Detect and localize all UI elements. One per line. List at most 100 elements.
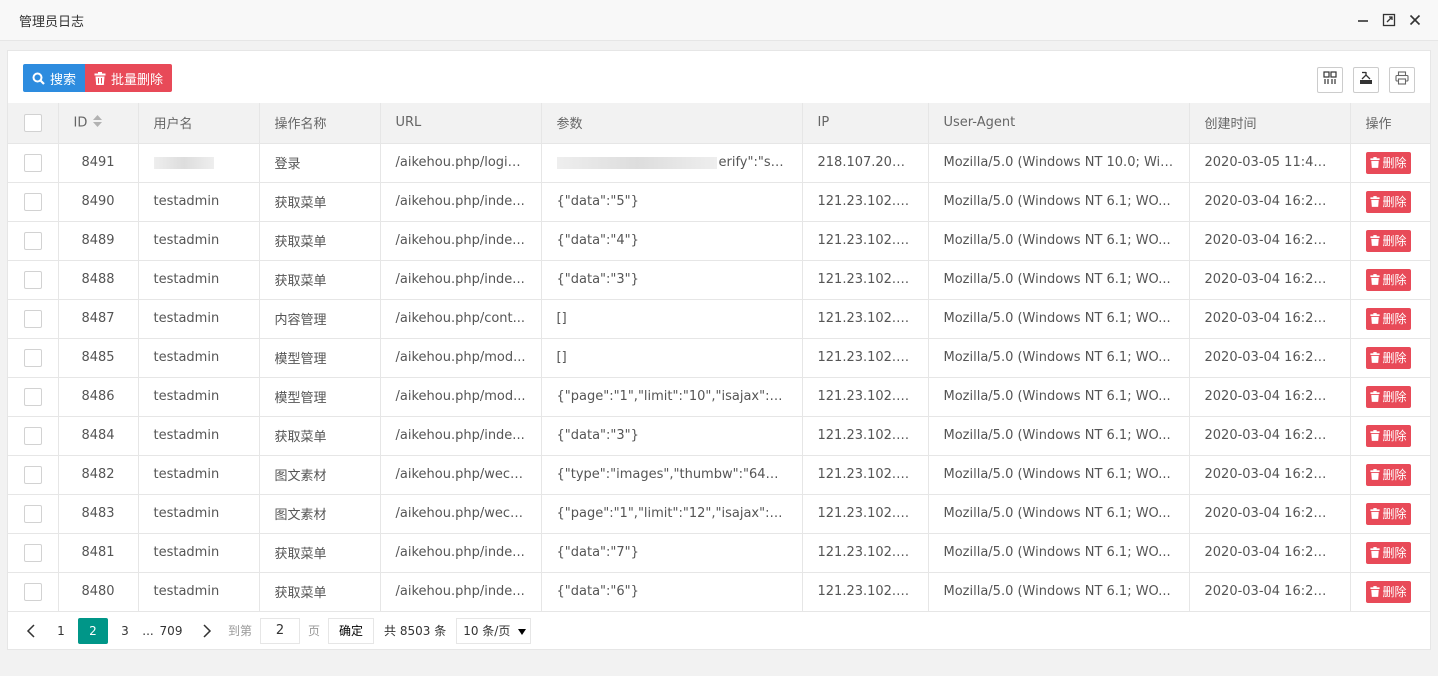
row-delete-button[interactable]: 删除 [1365,502,1411,525]
table-row[interactable]: 8487 testadmin 内容管理/aikehou.php/cont...[] 1… [8,299,1430,339]
cell-created-time: 2020-03-04 16:25:05 [1189,572,1351,612]
cell-username: testadmin [138,494,260,534]
search-button[interactable]: 搜索 [23,64,86,92]
page-3[interactable]: 3 [112,618,138,644]
export-button[interactable] [1353,67,1379,93]
row-checkbox[interactable] [23,426,42,445]
row-checkbox[interactable] [23,192,42,211]
cell-user-agent: Mozilla/5.0 (Windows NT 6.1; WO... [928,455,1190,495]
row-delete-button[interactable]: 删除 [1365,580,1411,603]
cell-id: 8491 [58,143,139,183]
row-checkbox[interactable] [23,387,42,406]
table-row[interactable]: 8486 testadmin 模型管理/aikehou.php/mod... {"pa… [8,377,1430,417]
close-icon[interactable] [1407,12,1423,28]
row-delete-button[interactable]: 删除 [1365,346,1411,369]
redacted-username [153,156,214,169]
cell-ip: 121.23.102.160 [802,455,929,495]
row-delete-button[interactable]: 删除 [1365,463,1411,486]
cell-url: /aikehou.php/inde... [380,260,542,300]
row-delete-label: 删除 [1382,273,1407,287]
cell-url: /aikehou.php/wech... [380,455,542,495]
row-checkbox[interactable] [23,582,42,601]
prev-page-icon[interactable] [18,618,44,644]
table-row[interactable]: 8481 testadmin 获取菜单/aikehou.php/inde... {"d… [8,533,1430,573]
cell-select [8,260,59,300]
row-delete-button[interactable]: 删除 [1365,541,1411,564]
cell-id: 8490 [58,182,139,222]
cell-created-time: 2020-03-04 16:25:10 [1189,494,1351,534]
cell-ip: 121.23.102.160 [802,533,929,573]
batch-delete-button[interactable]: 批量删除 [85,64,173,92]
cell-id: 8488 [58,260,139,300]
cell-ip: 121.23.102.160 [802,494,929,534]
cell-user-agent: Mozilla/5.0 (Windows NT 6.1; WO... [928,494,1190,534]
minimize-icon[interactable] [1355,12,1371,28]
row-checkbox[interactable] [23,543,42,562]
sort-icon[interactable] [93,114,103,131]
trash-icon [1369,391,1380,402]
trash-icon [1369,430,1380,441]
table-tools [1317,67,1415,93]
next-page-icon[interactable] [194,618,220,644]
row-checkbox[interactable] [23,348,42,367]
table-row[interactable]: 8485 testadmin 模型管理/aikehou.php/mod...[] 12… [8,338,1430,378]
table-row[interactable]: 8488 testadmin 获取菜单/aikehou.php/inde... {"d… [8,260,1430,300]
row-delete-button[interactable]: 删除 [1365,385,1411,408]
cell-params: {"type":"images","thumbw":"640","t... [541,455,803,495]
row-checkbox[interactable] [23,309,42,328]
row-delete-button[interactable]: 删除 [1365,229,1411,252]
page-size-select[interactable]: 10 条/页 [456,617,532,644]
cell-username [138,143,260,183]
row-checkbox[interactable] [23,465,42,484]
row-delete-label: 删除 [1382,507,1407,521]
column-filter-button[interactable] [1317,67,1343,93]
cell-id: 8481 [58,533,139,573]
cell-url: /aikehou.php/inde... [380,182,542,222]
header-id[interactable]: ID [58,103,139,144]
row-checkbox[interactable] [23,231,42,250]
row-delete-button[interactable]: 删除 [1365,151,1411,174]
row-checkbox[interactable] [23,153,42,172]
cell-created-time: 2020-03-05 11:48:05 [1189,143,1351,183]
cell-action-name: 获取菜单 [259,533,381,573]
cell-url: /aikehou.php/login... [380,143,542,183]
row-delete-label: 删除 [1382,195,1407,209]
cell-url: /aikehou.php/mod... [380,377,542,417]
row-delete-button[interactable]: 删除 [1365,190,1411,213]
trash-icon [1369,157,1380,168]
cell-action-name: 内容管理 [259,299,381,339]
page-709[interactable]: 709 [158,618,184,644]
row-checkbox[interactable] [23,504,42,523]
table-row[interactable]: 8491 登录/aikehou.php/login... erify":"sn2..… [8,143,1430,183]
page-2-current[interactable]: 2 [78,617,108,644]
cell-user-agent: Mozilla/5.0 (Windows NT 6.1; WO... [928,416,1190,456]
maximize-icon[interactable] [1381,12,1397,28]
total-count: 共 8503 条 [384,624,447,638]
header-ip: IP [802,103,929,144]
row-checkbox[interactable] [23,270,42,289]
print-button[interactable] [1389,67,1415,93]
trash-icon [1369,313,1380,324]
cell-id: 8484 [58,416,139,456]
cell-user-agent: Mozilla/5.0 (Windows NT 6.1; WO... [928,533,1190,573]
goto-page-input[interactable] [260,617,301,644]
table-row[interactable]: 8484 testadmin 获取菜单/aikehou.php/inde... {"d… [8,416,1430,456]
table-row[interactable]: 8490 testadmin 获取菜单/aikehou.php/inde... {"d… [8,182,1430,222]
search-button-label: 搜索 [50,72,77,88]
table-row[interactable]: 8480 testadmin 获取菜单/aikehou.php/inde... {"d… [8,572,1430,612]
cell-params: {"data":"6"} [541,572,803,612]
cell-user-agent: Mozilla/5.0 (Windows NT 6.1; WO... [928,260,1190,300]
select-all-checkbox[interactable] [23,113,42,132]
log-panel: 搜索 批量删除 ID 用户名 操作名称 URL 参数 IP User-Agent… [7,50,1431,650]
goto-label: 到第 [228,624,253,638]
row-delete-button[interactable]: 删除 [1365,268,1411,291]
row-delete-button[interactable]: 删除 [1365,307,1411,330]
goto-confirm-button[interactable]: 确定 [328,617,375,644]
table-row[interactable]: 8483 testadmin 图文素材/aikehou.php/wech... {"p… [8,494,1430,534]
page-1[interactable]: 1 [48,618,74,644]
cell-username: testadmin [138,338,260,378]
table-row[interactable]: 8482 testadmin 图文素材/aikehou.php/wech... {"t… [8,455,1430,495]
row-delete-button[interactable]: 删除 [1365,424,1411,447]
page-size-value: 10 条/页 [463,624,511,638]
table-row[interactable]: 8489 testadmin 获取菜单/aikehou.php/inde... {"d… [8,221,1430,261]
